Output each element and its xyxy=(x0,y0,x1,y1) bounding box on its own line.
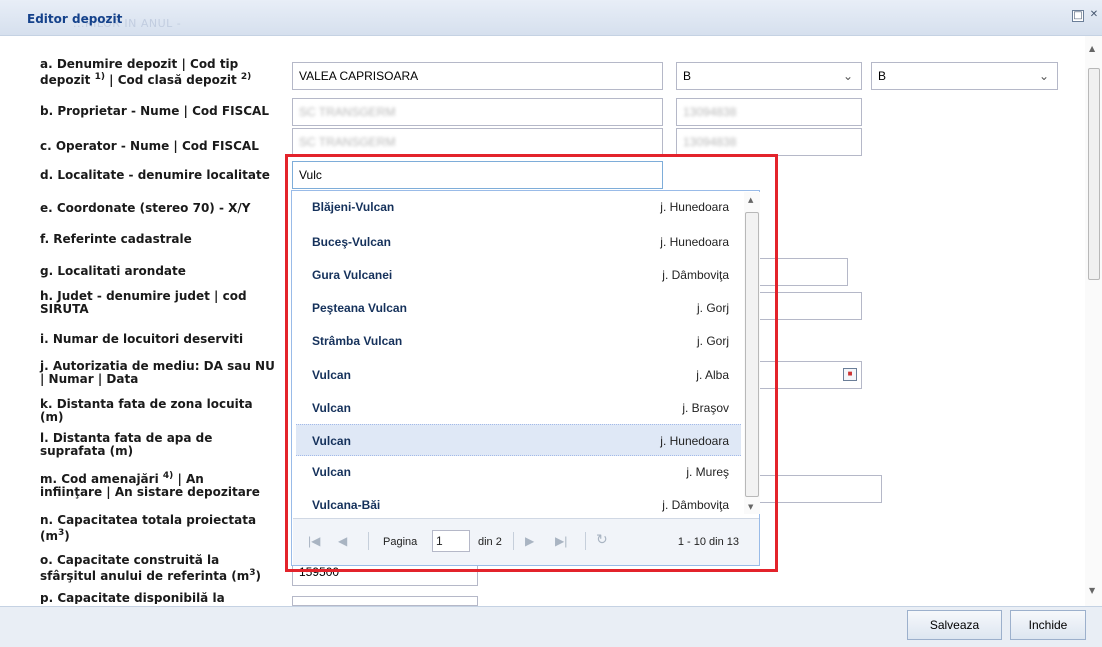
dropdown-item-name: Peşteana Vulcan xyxy=(312,301,407,315)
dropdown-item-name: Blăjeni-Vulcan xyxy=(312,200,395,214)
dropdown-item[interactable]: Vulcana-Băi j. Dâmboviţa xyxy=(296,489,741,521)
dropdown-item[interactable]: Blăjeni-Vulcan j. Hunedoara xyxy=(296,191,741,223)
scroll-up-icon[interactable]: ▲ xyxy=(1089,44,1095,53)
pager-page-label: Pagina xyxy=(383,536,418,548)
dropdown-scrollbar[interactable]: ▲ ▼ xyxy=(744,192,760,514)
chevron-down-icon[interactable]: ⌄ xyxy=(1031,63,1057,89)
proprietar-nume-field[interactable]: SC TRANSGERM xyxy=(292,98,663,126)
label-n: n. Capacitatea totala proiectata (m3) xyxy=(40,513,257,543)
restore-window-icon[interactable]: □ xyxy=(1072,10,1084,22)
dropdown-item-county: j. Gorj xyxy=(696,301,729,315)
label-p: p. Capacitate disponibilă la xyxy=(40,592,225,604)
cod-tip-depozit-select[interactable]: B ⌄ xyxy=(676,62,862,90)
dropdown-item-name: Gura Vulcanei xyxy=(312,268,393,282)
label-c: c. Operator - Nume | Cod FISCAL xyxy=(40,139,259,153)
dropdown-item[interactable]: Vulcan j. Alba xyxy=(296,359,741,391)
pager-toolbar: |◀ ◀ Pagina 1 din 2 ▶ ▶| ↻ 1 - 10 din 13 xyxy=(293,518,759,565)
label-i: i. Numar de locuitori deserviti xyxy=(40,332,244,346)
label-b: b. Proprietar - Nume | Cod FISCAL xyxy=(40,104,269,118)
label-o: o. Capacitate construită la sfârşitul an… xyxy=(40,553,261,583)
localitati-arondate-field[interactable] xyxy=(758,258,848,286)
cod-clasa-depozit-select[interactable]: B ⌄ xyxy=(871,62,1058,90)
dropdown-item-county: j. Alba xyxy=(696,368,729,382)
separator xyxy=(585,532,586,550)
close-window-icon[interactable]: ✕ xyxy=(1088,10,1100,22)
separator xyxy=(368,532,369,550)
first-page-icon[interactable]: |◀ xyxy=(308,534,320,548)
label-k: k. Distanta fata de zona locuita (m) xyxy=(40,397,253,424)
close-button[interactable]: Inchide xyxy=(1010,610,1086,640)
dropdown-item-name: Strâmba Vulcan xyxy=(312,334,403,348)
proprietar-cod-fiscal-field[interactable]: 13094838 xyxy=(676,98,862,126)
dropdown-item-county: j. Hunedoara xyxy=(660,200,729,214)
pager-of-label: din 2 xyxy=(478,536,502,548)
dropdown-item-name: Vulcan xyxy=(312,465,351,479)
dropdown-scroll-thumb[interactable] xyxy=(745,212,759,497)
pager-summary: 1 - 10 din 13 xyxy=(677,536,739,548)
pager-page-input[interactable]: 1 xyxy=(432,530,470,552)
scroll-down-icon[interactable]: ▼ xyxy=(1089,586,1095,595)
capacitate-disponibila-field[interactable] xyxy=(292,596,478,606)
dropdown-item-name: Vulcan xyxy=(312,368,351,382)
label-m: m. Cod amenajări 4) | An infiinţare | An… xyxy=(40,471,260,499)
label-d: d. Localitate - denumire localitate xyxy=(40,168,270,182)
form-scrollbar[interactable]: ▲ ▼ xyxy=(1085,36,1102,606)
denumire-depozit-field[interactable]: VALEA CAPRISOARA xyxy=(292,62,663,90)
an-infiintare-field[interactable] xyxy=(758,475,882,503)
operator-nume-field[interactable]: SC TRANSGERM xyxy=(292,128,663,156)
dropdown-item-name: Vulcan xyxy=(312,434,351,448)
editor-window: ...RILOR IN ANUL - Editor depozit □ ✕ a.… xyxy=(0,0,1102,647)
title-bar: ...RILOR IN ANUL - Editor depozit □ ✕ xyxy=(0,0,1102,36)
dropdown-item-county: j. Dâmboviţa xyxy=(662,268,729,282)
calendar-icon[interactable]: ■ xyxy=(843,368,857,381)
localitate-input[interactable]: Vulc xyxy=(292,161,663,189)
autorizatie-data-field[interactable]: ■ xyxy=(758,361,862,389)
last-page-icon[interactable]: ▶| xyxy=(555,534,567,548)
chevron-down-icon[interactable]: ⌄ xyxy=(835,63,861,89)
label-j: j. Autorizatia de mediu: DA sau NU | Numa… xyxy=(40,359,275,386)
dropdown-item[interactable]: Vulcan j. Braşov xyxy=(296,392,741,424)
dropdown-item-name: Buceş-Vulcan xyxy=(312,235,391,249)
dropdown-item[interactable]: Buceş-Vulcan j. Hunedoara xyxy=(296,226,741,258)
save-button[interactable]: Salveaza xyxy=(907,610,1002,640)
dropdown-item-county: j. Hunedoara xyxy=(660,434,729,448)
label-g: g. Localitati arondate xyxy=(40,264,186,278)
label-h: h. Judet - denumire judet | cod SIRUTA xyxy=(40,289,247,316)
dropdown-item-county: j. Mureş xyxy=(686,465,729,479)
scroll-up-icon[interactable]: ▲ xyxy=(748,196,753,204)
label-l: l. Distanta fata de apa de suprafata (m) xyxy=(40,431,213,458)
dropdown-item[interactable]: Peşteana Vulcan j. Gorj xyxy=(296,292,741,324)
refresh-icon[interactable]: ↻ xyxy=(596,531,608,548)
label-a: a. Denumire depozit | Cod tip depozit 1)… xyxy=(40,57,252,87)
dropdown-item[interactable]: Vulcan j. Hunedoara xyxy=(296,424,741,456)
next-page-icon[interactable]: ▶ xyxy=(525,534,534,548)
label-f: f. Referinte cadastrale xyxy=(40,232,192,246)
prev-page-icon[interactable]: ◀ xyxy=(338,534,347,548)
localitate-dropdown: Blăjeni-Vulcan j. Hunedoara Buceş-Vulcan j.… xyxy=(291,190,760,566)
dropdown-item[interactable]: Gura Vulcanei j. Dâmboviţa xyxy=(296,259,741,291)
dropdown-item-county: j. Gorj xyxy=(696,334,729,348)
form-scroll-thumb[interactable] xyxy=(1088,68,1100,280)
window-title: Editor depozit xyxy=(27,12,123,26)
separator xyxy=(513,532,514,550)
dropdown-item[interactable]: Strâmba Vulcan j. Gorj xyxy=(296,325,741,357)
dropdown-item-county: j. Hunedoara xyxy=(660,235,729,249)
label-e: e. Coordonate (stereo 70) - X/Y xyxy=(40,201,251,215)
dropdown-item-county: j. Braşov xyxy=(682,401,729,415)
dropdown-item[interactable]: Vulcan j. Mureş xyxy=(296,456,741,488)
cod-siruta-field[interactable] xyxy=(758,292,862,320)
dropdown-item-name: Vulcan xyxy=(312,401,351,415)
scroll-down-icon[interactable]: ▼ xyxy=(748,503,753,511)
dropdown-item-county: j. Dâmboviţa xyxy=(662,498,729,512)
dropdown-item-name: Vulcana-Băi xyxy=(312,498,381,512)
operator-cod-fiscal-field[interactable]: 13094838 xyxy=(676,128,862,156)
